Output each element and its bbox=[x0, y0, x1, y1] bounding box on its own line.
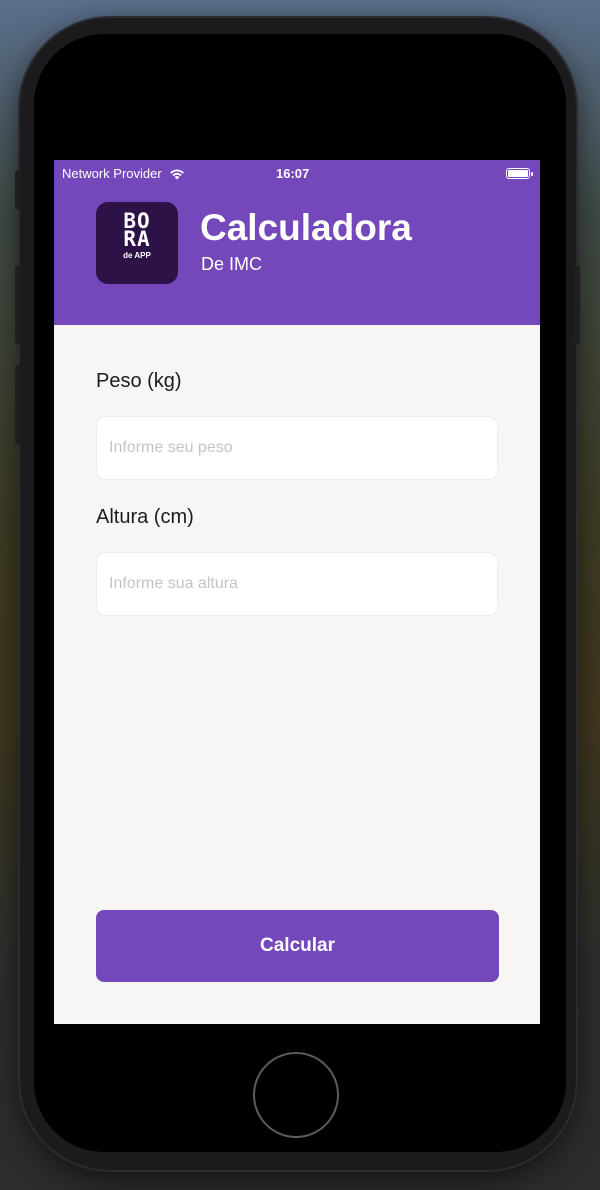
carrier-info: Network Provider bbox=[62, 166, 186, 181]
side-button bbox=[15, 170, 21, 210]
app-logo: BO RA de APP bbox=[96, 202, 178, 284]
logo-text-line2: RA bbox=[123, 227, 151, 251]
home-button[interactable] bbox=[253, 1052, 339, 1138]
volume-up-button bbox=[15, 265, 21, 345]
app-title: Calculadora bbox=[200, 207, 412, 248]
weight-label: Peso (kg) bbox=[96, 370, 182, 392]
battery-icon bbox=[506, 168, 533, 179]
status-bar: Network Provider 16:07 bbox=[54, 160, 540, 186]
wifi-icon bbox=[169, 169, 184, 179]
calculate-button[interactable]: Calcular bbox=[96, 910, 499, 982]
battery-level bbox=[508, 170, 528, 177]
weight-input[interactable] bbox=[96, 416, 498, 480]
status-time: 16:07 bbox=[276, 166, 310, 181]
logo-text-line3: de APP bbox=[123, 251, 151, 260]
carrier-name: Network Provider bbox=[62, 166, 162, 181]
app-subtitle: De IMC bbox=[201, 254, 263, 274]
height-label: Altura (cm) bbox=[96, 506, 194, 528]
power-button bbox=[574, 265, 580, 345]
volume-down-button bbox=[15, 365, 21, 445]
height-input[interactable] bbox=[96, 552, 498, 616]
app-screen: Network Provider 16:07 BO RA de APP Calc… bbox=[54, 160, 540, 1024]
app-header: Network Provider 16:07 BO RA de APP Calc… bbox=[54, 160, 540, 325]
